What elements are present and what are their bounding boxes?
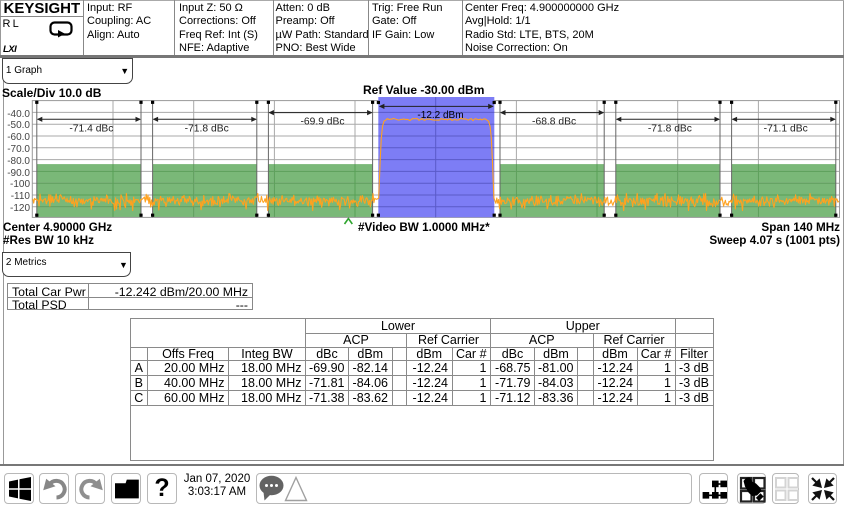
- svg-text:-71.8 dBc: -71.8 dBc: [648, 124, 692, 135]
- svg-text:-69.9 dBc: -69.9 dBc: [300, 117, 344, 128]
- svg-text:-68.8 dBc: -68.8 dBc: [532, 117, 576, 128]
- svg-text:-71.4 dBc: -71.4 dBc: [69, 124, 113, 135]
- svg-text:-71.1 dBc: -71.1 dBc: [764, 124, 808, 135]
- svg-text:-71.8 dBc: -71.8 dBc: [185, 124, 229, 135]
